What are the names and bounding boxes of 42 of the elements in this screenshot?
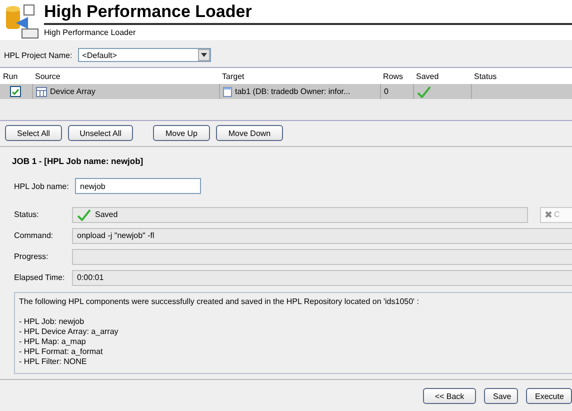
message-text: The following HPL components were successfully created and saved in the HPL Repository located on 'ids1050' :: [19, 297, 420, 307]
unselect-all-button[interactable]: Unselect All: [68, 125, 133, 141]
field-label: HPL Job name:: [14, 182, 70, 190]
column-header: Status: [473, 70, 498, 82]
job-name-field[interactable]: newjob: [75, 178, 201, 194]
move-up-button[interactable]: Move Up: [153, 125, 210, 141]
field-label: Elapsed Time:: [14, 273, 66, 282]
select-all-button[interactable]: Select All: [5, 125, 62, 141]
message-line: - HPL Device Array: a_array: [19, 327, 120, 337]
project-dropdown[interactable]: <Default>: [78, 48, 212, 62]
page-title: High Performance Loader: [44, 3, 572, 25]
execute-button[interactable]: Execute: [526, 388, 572, 404]
column-header: Saved: [415, 70, 440, 82]
table-row[interactable]: Device Array tab1 (DB: tradedb Owner: infor... 0: [0, 84, 572, 99]
caret-icon: [201, 53, 208, 57]
output-field: 0:00:01: [72, 270, 572, 286]
close-icon: [545, 211, 552, 218]
status-field: Saved: [72, 206, 528, 222]
back-button[interactable]: << Back: [423, 388, 476, 404]
table-cell: 0: [384, 87, 388, 96]
message-line: - HPL Map: a_map: [19, 337, 87, 347]
table-cell: tab1 (DB: tradedb Owner: infor...: [235, 87, 350, 96]
field-label: HPL Project Name:: [4, 50, 72, 60]
field-label: Command:: [14, 231, 54, 240]
move-down-button[interactable]: Move Down: [216, 125, 283, 141]
output-field: onpload -j "newjob" -fl: [72, 228, 572, 244]
field-label: Progress:: [14, 252, 50, 261]
column-header: Target: [221, 70, 246, 83]
column-header: Run: [2, 70, 19, 82]
page-subtitle: High Performance Loader: [44, 28, 137, 37]
save-button[interactable]: Save: [484, 388, 518, 404]
column-header: Source: [34, 70, 62, 82]
message-line: - HPL Job: newjob: [19, 317, 86, 327]
table-cell: Device Array: [50, 87, 96, 96]
grid-icon: [36, 86, 47, 96]
field-label: Status:: [14, 210, 40, 219]
message-line: - HPL Format: a_format: [19, 347, 104, 357]
run-checkbox[interactable]: [10, 86, 21, 97]
job-heading: JOB 1 - [HPL Job name: newjob]: [12, 156, 144, 166]
table-icon: [223, 86, 232, 96]
column-header: Rows: [382, 70, 404, 82]
message-line: - HPL Filter: NONE: [19, 357, 88, 367]
